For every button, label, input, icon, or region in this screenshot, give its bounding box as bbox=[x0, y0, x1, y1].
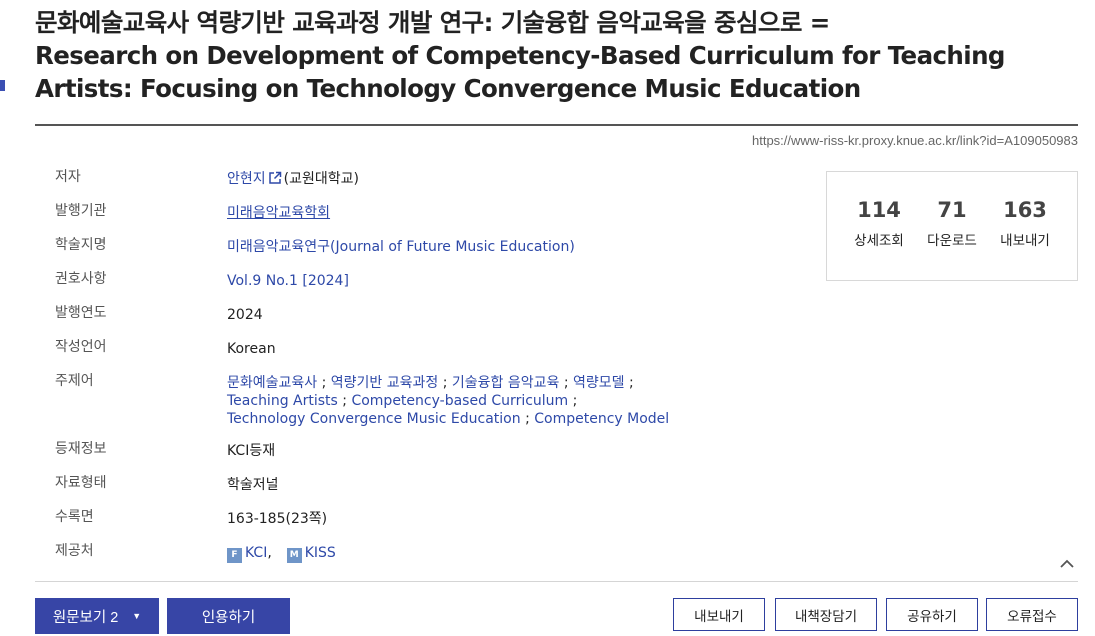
meta-value: KCI등재 bbox=[227, 443, 276, 459]
title-line-korean: 문화예술교육사 역량기반 교육과정 개발 연구: 기술융합 음악교육을 중심으로… bbox=[35, 8, 830, 37]
collapse-button[interactable] bbox=[1057, 556, 1077, 572]
permalink-url: https://www-riss-kr.proxy.knue.ac.kr/lin… bbox=[752, 133, 1078, 148]
meta-label: 제공처 bbox=[55, 543, 94, 559]
meta-value: 163-185(23쪽) bbox=[227, 511, 328, 527]
provider-link-kiss[interactable]: KISS bbox=[305, 545, 336, 561]
cite-button[interactable]: 인용하기 bbox=[167, 598, 290, 634]
journal-link[interactable]: 미래음악교육연구(Journal of Future Music Educati… bbox=[227, 239, 575, 255]
meta-value: 미래음악교육학회 bbox=[227, 204, 815, 222]
meta-label: 등재정보 bbox=[55, 441, 107, 457]
caret-down-icon: ▼ bbox=[132, 611, 142, 621]
subject-link[interactable]: Competency Model bbox=[534, 411, 669, 427]
issue-link[interactable]: Vol.9 No.1 [2024] bbox=[227, 273, 349, 289]
subject-link[interactable]: 문화예술교육사 bbox=[227, 375, 317, 391]
meta-value: 학술저널 bbox=[227, 477, 279, 493]
meta-row-author: 저자 안현지 (교원대학교) bbox=[55, 168, 815, 188]
meta-value: 2024 bbox=[227, 307, 263, 323]
stat-views-count: 114 bbox=[857, 198, 901, 222]
meta-row-provider: 제공처 F KCI, M KISS bbox=[55, 542, 815, 563]
chevron-up-icon bbox=[1060, 559, 1074, 568]
meta-label: 주제어 bbox=[55, 373, 94, 389]
meta-row-publisher: 발행기관 미래음악교육학회 bbox=[55, 202, 815, 222]
stat-exports: 163 내보내기 bbox=[985, 196, 1065, 249]
share-button[interactable]: 공유하기 bbox=[886, 598, 978, 631]
subject-link[interactable]: Competency-based Curriculum bbox=[351, 393, 568, 409]
meta-label: 수록면 bbox=[55, 509, 94, 525]
meta-row-year: 발행연도 2024 bbox=[55, 304, 815, 324]
add-to-bookshelf-button[interactable]: 내책장담기 bbox=[775, 598, 877, 631]
stat-views-label: 상세조회 bbox=[854, 233, 904, 249]
page-title: 문화예술교육사 역량기반 교육과정 개발 연구: 기술융합 음악교육을 중심으로… bbox=[35, 6, 1035, 105]
external-link-icon[interactable] bbox=[268, 171, 282, 185]
kiss-badge-icon: M bbox=[286, 548, 302, 563]
meta-value: Vol.9 No.1 [2024] bbox=[227, 272, 815, 290]
kci-badge-icon: F bbox=[227, 548, 242, 563]
metadata-table: 저자 안현지 (교원대학교) 발행기관 미래음악교육학회 학술지명 미래음악교육연… bbox=[55, 168, 815, 563]
title-line-english-1: Research on Development of Competency-Ba… bbox=[35, 41, 1005, 70]
subject-link[interactable]: 기술융합 음악교육 bbox=[452, 375, 560, 391]
view-original-label: 원문보기 2 bbox=[52, 609, 119, 626]
meta-value: 미래음악교육연구(Journal of Future Music Educati… bbox=[227, 238, 815, 256]
subject-link[interactable]: 역량모델 bbox=[573, 375, 625, 391]
bottom-divider bbox=[35, 581, 1078, 582]
export-button[interactable]: 내보내기 bbox=[673, 598, 765, 631]
meta-label: 저자 bbox=[55, 169, 81, 185]
meta-value: F KCI, M KISS bbox=[227, 544, 815, 563]
meta-label: 작성언어 bbox=[55, 339, 107, 355]
provider-separator: , bbox=[267, 545, 272, 561]
publisher-link[interactable]: 미래음악교육학회 bbox=[227, 205, 330, 221]
meta-row-registration: 등재정보 KCI등재 bbox=[55, 440, 815, 460]
meta-row-material-type: 자료형태 학술저널 bbox=[55, 474, 815, 494]
subject-link[interactable]: 역량기반 교육과정 bbox=[331, 375, 439, 391]
stat-downloads-count: 71 bbox=[937, 198, 967, 222]
meta-label: 발행연도 bbox=[55, 305, 107, 321]
meta-row-issue: 권호사항 Vol.9 No.1 [2024] bbox=[55, 270, 815, 290]
usage-stats-box: 114 상세조회 71 다운로드 163 내보내기 bbox=[826, 171, 1078, 281]
title-line-english-2: Artists: Focusing on Technology Converge… bbox=[35, 74, 861, 103]
meta-value: 문화예술교육사 ; 역량기반 교육과정 ; 기술융합 음악교육 ; 역량모델 ;… bbox=[227, 375, 670, 427]
stat-views: 114 상세조회 bbox=[839, 196, 919, 249]
meta-label: 권호사항 bbox=[55, 271, 107, 287]
stat-downloads: 71 다운로드 bbox=[912, 196, 992, 249]
stat-exports-label: 내보내기 bbox=[1000, 233, 1050, 249]
subject-link[interactable]: Teaching Artists bbox=[227, 393, 338, 409]
author-affiliation: (교원대학교) bbox=[283, 171, 359, 187]
title-divider bbox=[35, 124, 1078, 126]
subject-link[interactable]: Technology Convergence Music Education bbox=[227, 411, 521, 427]
meta-value: Korean bbox=[227, 341, 276, 357]
meta-row-journal: 학술지명 미래음악교육연구(Journal of Future Music Ed… bbox=[55, 236, 815, 256]
report-error-button[interactable]: 오류접수 bbox=[986, 598, 1078, 631]
stat-exports-count: 163 bbox=[1003, 198, 1047, 222]
meta-label: 학술지명 bbox=[55, 237, 107, 253]
author-link[interactable]: 안현지 bbox=[227, 171, 266, 187]
stat-downloads-label: 다운로드 bbox=[927, 233, 977, 249]
meta-label: 자료형태 bbox=[55, 475, 107, 491]
meta-label: 발행기관 bbox=[55, 203, 107, 219]
meta-row-language: 작성언어 Korean bbox=[55, 338, 815, 358]
side-marker bbox=[0, 80, 5, 91]
meta-row-subjects: 주제어 문화예술교육사 ; 역량기반 교육과정 ; 기술융합 음악교육 ; 역량… bbox=[55, 372, 815, 428]
provider-link-kci[interactable]: KCI bbox=[245, 545, 267, 561]
view-original-button[interactable]: 원문보기 2 ▼ bbox=[35, 598, 159, 634]
meta-row-pages: 수록면 163-185(23쪽) bbox=[55, 508, 815, 528]
meta-value: 안현지 (교원대학교) bbox=[227, 170, 815, 188]
